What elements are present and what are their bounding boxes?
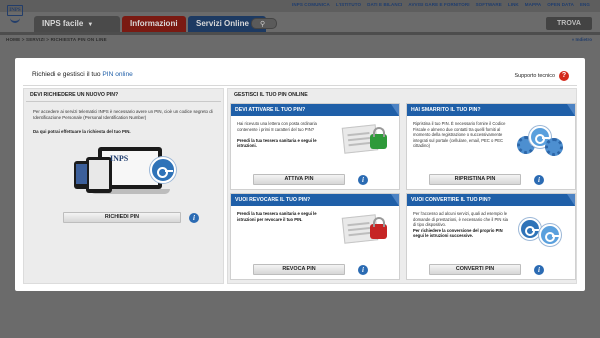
help-icon[interactable]: ? xyxy=(559,71,569,81)
pin-modal: Richiedi e gestisci il tuo PIN online Su… xyxy=(15,58,585,291)
info-icon[interactable]: i xyxy=(534,175,544,185)
panel-divider xyxy=(26,101,221,102)
attiva-pin-button[interactable]: ATTIVA PIN xyxy=(253,174,345,185)
document-lock-illustration xyxy=(339,214,389,248)
inps-logo-small: INPS xyxy=(110,154,129,163)
card-text-plain: Hai ricevuto una lettera con posta ordin… xyxy=(237,121,317,132)
search-button[interactable]: TROVA xyxy=(546,17,592,30)
phone-icon xyxy=(74,161,89,189)
card-text-bold: Prendi la tua tessera sanitaria e segui … xyxy=(237,211,317,222)
top-link[interactable]: DATI E BILANCI xyxy=(367,2,402,7)
tab-inps-facile[interactable]: INPS facile ▼ xyxy=(34,16,120,32)
card-title: DEVI ATTIVARE IL TUO PIN? xyxy=(231,104,399,116)
info-icon[interactable]: i xyxy=(358,175,368,185)
key-convert-illustration xyxy=(515,214,565,248)
support-label: Supporto tecnico xyxy=(514,73,555,79)
title-highlight: PIN online xyxy=(102,71,133,78)
inps-logo[interactable]: INPS xyxy=(7,5,25,27)
revoca-pin-button[interactable]: REVOCA PIN xyxy=(253,264,345,275)
chevron-down-icon: ▼ xyxy=(87,22,94,28)
lock-icon xyxy=(370,127,387,149)
search-icon: ⚲ xyxy=(260,21,266,28)
card-text: Per l'accesso ad alcuni servizi, quali a… xyxy=(413,211,511,239)
convert-pin-card: VUOI CONVERTIRE IL TUO PIN? Per l'access… xyxy=(406,193,576,280)
support-link[interactable]: Supporto tecnico ? xyxy=(515,71,569,81)
top-link[interactable]: LINK xyxy=(508,2,519,7)
card-text-bold: Per richiedere la conversione del propri… xyxy=(413,227,503,239)
search-input[interactable]: ⚲ xyxy=(251,18,277,29)
top-link[interactable]: ENG xyxy=(580,2,590,7)
card-title: VUOI REVOCARE IL TUO PIN? xyxy=(231,194,399,206)
back-link[interactable]: « Indietro xyxy=(572,37,592,42)
card-text: Hai ricevuto una lettera con posta ordin… xyxy=(237,121,335,149)
panel-bold-text: Da qui potrai effettuare la richiesta de… xyxy=(33,129,131,134)
logo-mark xyxy=(10,17,20,23)
main-nav: INPS facile ▼ Informazioni Servizi Online xyxy=(34,16,266,32)
info-icon[interactable]: i xyxy=(189,213,199,223)
tab-informazioni[interactable]: Informazioni xyxy=(122,16,186,32)
key-icon xyxy=(539,224,561,246)
info-icon[interactable]: i xyxy=(534,265,544,275)
card-text: Prendi la tua tessera sanitaria e segui … xyxy=(237,211,335,222)
card-title: HAI SMARRITO IL TUO PIN? xyxy=(407,104,575,116)
key-icon xyxy=(519,218,541,240)
top-link[interactable]: L'ISTITUTO xyxy=(336,2,361,7)
top-link[interactable]: INPS COMUNICA xyxy=(292,2,330,7)
tablet-icon xyxy=(86,157,112,193)
card-text-plain: Per l'accesso ad alcuni servizi, quali a… xyxy=(413,211,508,228)
info-icon[interactable]: i xyxy=(358,265,368,275)
panel-text: Per accedere ai servizi telematici INPS … xyxy=(33,109,213,120)
title-prefix: Richiedi e gestisci il tuo xyxy=(32,71,103,78)
modal-divider xyxy=(23,85,577,86)
top-links: INPS COMUNICA L'ISTITUTO DATI E BILANCI … xyxy=(292,2,590,7)
gear-icon xyxy=(545,138,563,156)
recover-pin-card: HAI SMARRITO IL TUO PIN? Ripristina il t… xyxy=(406,103,576,190)
logo-text: INPS xyxy=(7,5,23,16)
top-link[interactable]: SOFTWARE xyxy=(476,2,502,7)
lock-icon xyxy=(370,217,387,239)
top-link[interactable]: MAPPA xyxy=(525,2,541,7)
top-bar: INPS COMUNICA L'ISTITUTO DATI E BILANCI … xyxy=(0,0,600,12)
key-search-illustration xyxy=(515,124,565,158)
key-icon xyxy=(150,157,176,183)
devices-illustration: INPS xyxy=(66,147,186,207)
panel-heading: GESTISCI IL TUO PIN ONLINE xyxy=(234,92,308,98)
richiedi-pin-button[interactable]: RICHIEDI PIN xyxy=(63,212,181,223)
tab-label: Informazioni xyxy=(130,19,178,28)
card-title: VUOI CONVERTIRE IL TUO PIN? xyxy=(407,194,575,206)
header-divider xyxy=(0,32,600,35)
top-link[interactable]: OPEN DATA xyxy=(547,2,574,7)
card-text: Ripristina il tuo PIN. È necessario forn… xyxy=(413,121,506,149)
card-text-bold: Prendi la tua tessera sanitaria e segui … xyxy=(237,137,317,149)
manage-pin-panel: GESTISCI IL TUO PIN ONLINE DEVI ATTIVARE… xyxy=(227,88,577,284)
revoke-pin-card: VUOI REVOCARE IL TUO PIN? Prendi la tua … xyxy=(230,193,400,280)
converti-pin-button[interactable]: CONVERTI PIN xyxy=(429,264,521,275)
ripristina-pin-button[interactable]: RIPRISTINA PIN xyxy=(429,174,521,185)
new-pin-panel: DEVI RICHIEDERE UN NUOVO PIN? Per accede… xyxy=(23,88,224,284)
document-lock-illustration xyxy=(339,124,389,158)
tab-label: INPS facile xyxy=(42,19,84,28)
top-link[interactable]: AVVISI GARE E FORNITORI xyxy=(408,2,469,7)
tab-label: Servizi Online xyxy=(196,19,249,28)
activate-pin-card: DEVI ATTIVARE IL TUO PIN? Hai ricevuto u… xyxy=(230,103,400,190)
panel-heading: DEVI RICHIEDERE UN NUOVO PIN? xyxy=(30,92,119,98)
breadcrumb[interactable]: HOME > SERVIZI > RICHIESTA PIN ON LINE xyxy=(6,37,107,42)
modal-title: Richiedi e gestisci il tuo PIN online xyxy=(32,71,133,78)
